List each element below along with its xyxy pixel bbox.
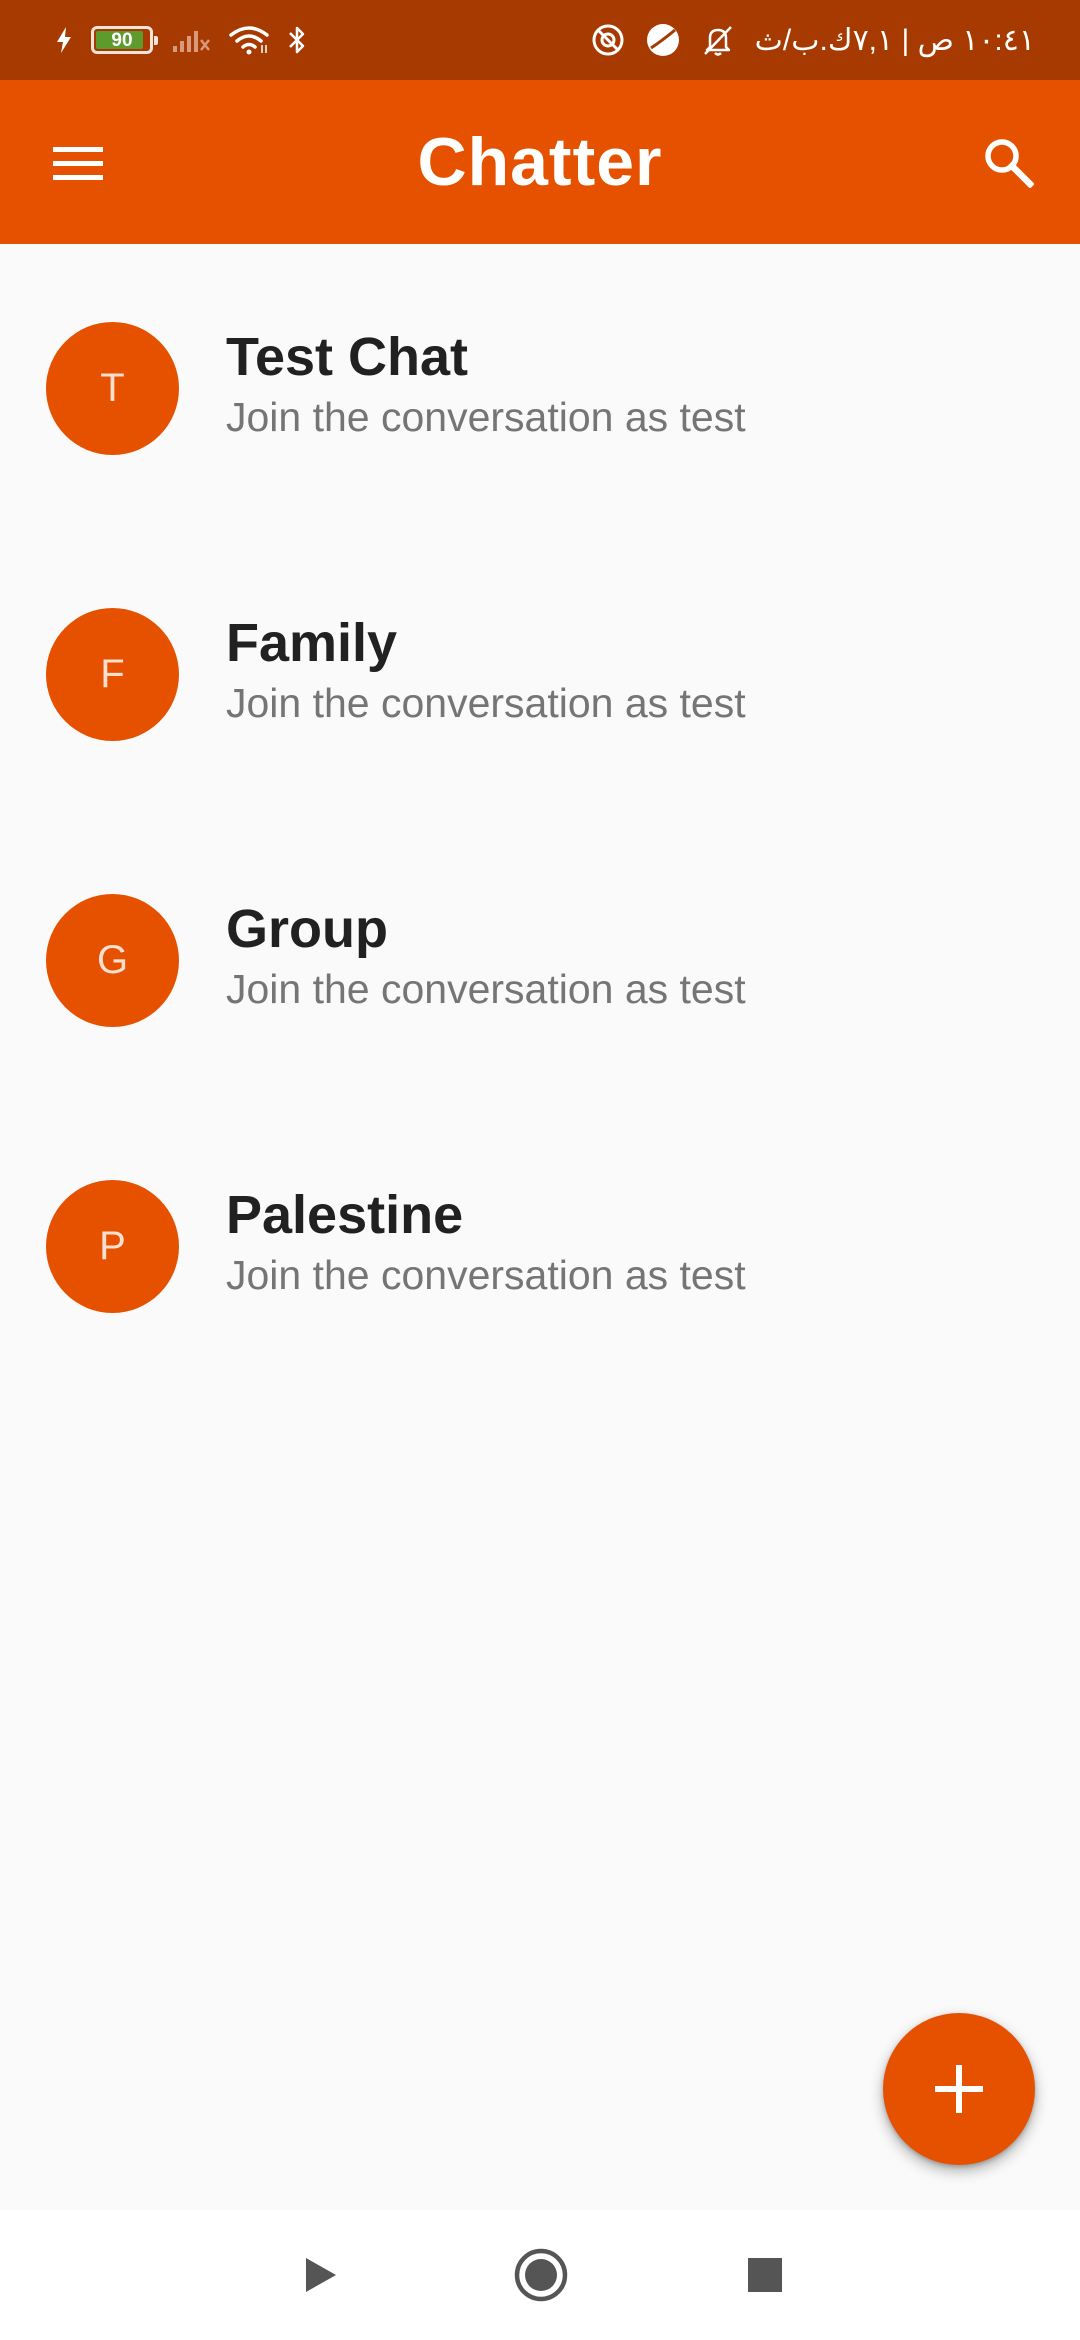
avatar: G	[46, 894, 179, 1027]
avatar: P	[46, 1180, 179, 1313]
new-chat-fab-button[interactable]	[883, 2013, 1035, 2165]
chat-subtitle: Join the conversation as test	[226, 680, 746, 726]
chat-list-item-palestine[interactable]: P Palestine Join the conversation as tes…	[0, 1102, 1080, 1388]
app-title: Chatter	[417, 124, 663, 200]
avatar: T	[46, 322, 179, 455]
chat-title: Group	[226, 899, 388, 959]
nav-back-button[interactable]	[285, 2240, 355, 2310]
nav-home-button[interactable]	[506, 2240, 576, 2310]
bluetooth-icon	[289, 26, 305, 54]
chat-list-item-test-chat[interactable]: T Test Chat Join the conversation as tes…	[0, 244, 1080, 530]
battery-icon: 90	[91, 26, 158, 54]
chat-list-item-family[interactable]: F Family Join the conversation as test	[0, 530, 1080, 816]
search-button[interactable]	[968, 122, 1048, 202]
chat-title: Family	[226, 613, 398, 673]
chat-title: Test Chat	[226, 327, 469, 387]
system-nav-bar	[0, 2210, 1080, 2340]
plus-icon	[935, 2065, 983, 2113]
back-triangle-icon	[306, 2258, 336, 2292]
do-not-disturb-icon	[592, 24, 624, 56]
chat-list-item-group[interactable]: G Group Join the conversation as test	[0, 816, 1080, 1102]
chat-title: Palestine	[226, 1185, 464, 1245]
status-time: ١٠:٤١ ص | ٧,١ك.ب/ث	[754, 23, 1035, 57]
search-icon	[985, 139, 1034, 188]
status-bar-left: 90	[55, 0, 307, 80]
chat-subtitle: Join the conversation as test	[226, 394, 746, 440]
home-circle-icon	[514, 2248, 568, 2302]
app-bar: Chatter	[0, 80, 1080, 244]
recents-square-icon	[748, 2258, 782, 2292]
signal-icon	[173, 31, 210, 52]
app-notification-icon	[646, 24, 679, 56]
avatar: F	[46, 608, 179, 741]
chat-list-screen: 90 ١٠:٤١ ص | ٧,١ك.ب/ث Chatter T Test Cha…	[0, 0, 1080, 2340]
status-bar-right: ١٠:٤١ ص | ٧,١ك.ب/ث	[591, 0, 1035, 80]
charging-icon	[57, 27, 71, 53]
chat-list: T Test Chat Join the conversation as tes…	[0, 244, 1080, 1388]
chat-subtitle: Join the conversation as test	[226, 1252, 746, 1298]
nav-recents-button[interactable]	[730, 2240, 800, 2310]
status-bar: 90 ١٠:٤١ ص | ٧,١ك.ب/ث	[0, 0, 1080, 80]
battery-level: 90	[111, 29, 133, 51]
chat-subtitle: Join the conversation as test	[226, 966, 746, 1012]
notifications-off-icon	[703, 26, 732, 56]
wifi-icon	[229, 26, 269, 55]
